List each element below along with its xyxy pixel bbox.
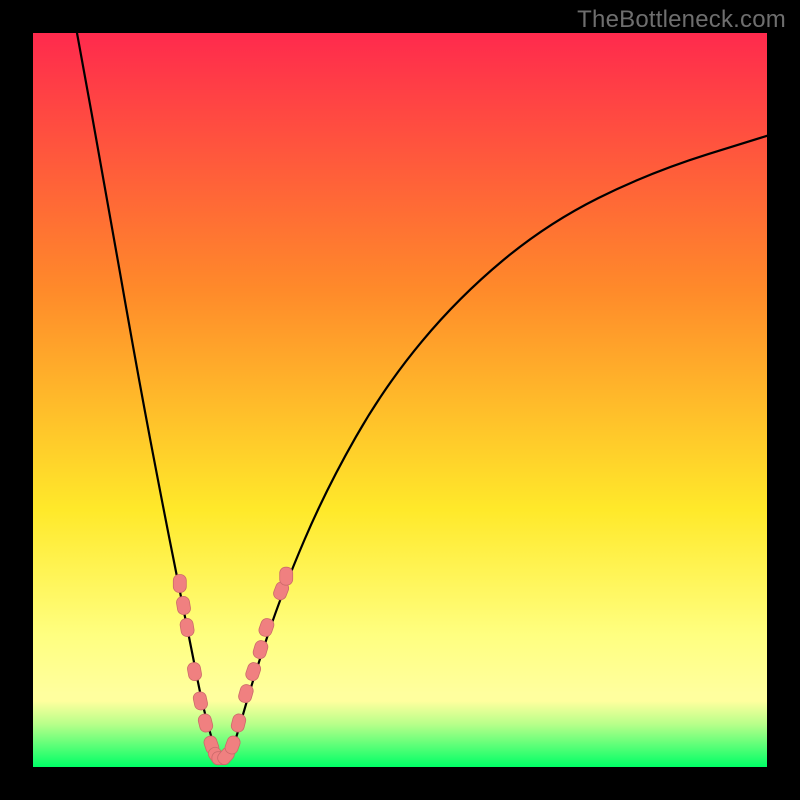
marker-point: [280, 567, 293, 585]
marker-point: [192, 691, 208, 711]
outer-frame: TheBottleneck.com: [0, 0, 800, 800]
marker-point: [179, 618, 195, 638]
marker-group: [173, 567, 292, 767]
marker-point: [197, 713, 214, 734]
marker-point: [244, 661, 262, 682]
watermark-text: TheBottleneck.com: [577, 6, 786, 34]
marker-point: [230, 713, 247, 734]
bottleneck-curve: [77, 33, 767, 758]
marker-point: [176, 596, 192, 616]
marker-point: [173, 575, 186, 593]
marker-point: [187, 662, 203, 682]
marker-point: [252, 639, 270, 660]
plot-area: [33, 33, 767, 767]
chart-svg: [33, 33, 767, 767]
